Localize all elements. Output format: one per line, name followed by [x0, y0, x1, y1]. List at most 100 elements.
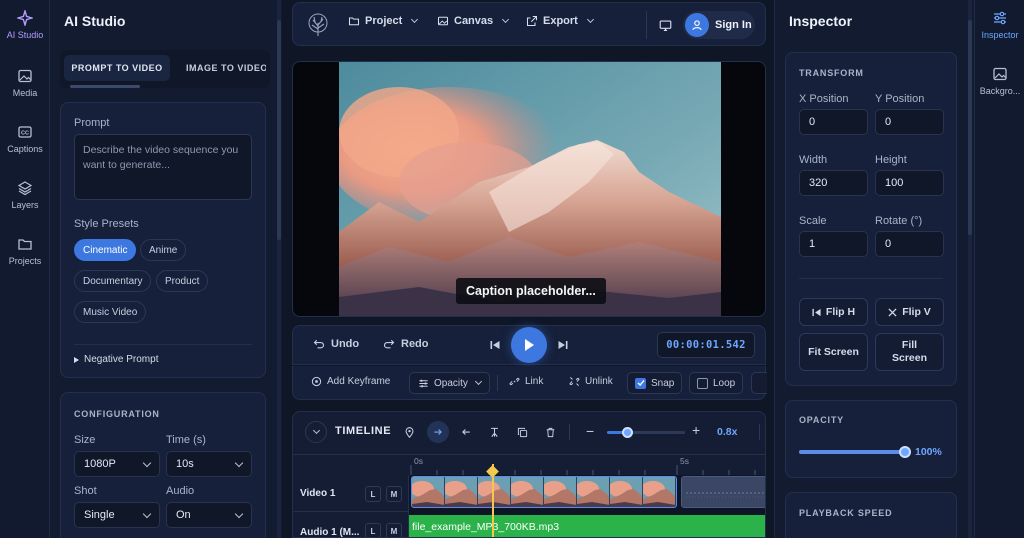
zoom-out-button[interactable]: −	[586, 424, 594, 438]
height-input[interactable]: 100	[875, 170, 944, 196]
export-menu[interactable]: Export	[526, 15, 594, 27]
left-rail: AI Studio Media CC Captions Layers Proje…	[0, 0, 50, 538]
rail-media[interactable]: Media	[0, 68, 50, 98]
chevron-down-icon	[411, 15, 419, 24]
rail-layers[interactable]: Layers	[0, 180, 50, 210]
snap-toggle[interactable]: Snap	[627, 372, 683, 394]
rail-inspector[interactable]: Inspector	[975, 10, 1024, 40]
loop-label: Loop	[713, 377, 736, 389]
play-button[interactable]	[511, 327, 547, 363]
timecode-display: 00:00:01.542	[657, 332, 755, 358]
redo-button[interactable]: Redo	[383, 338, 429, 350]
project-menu[interactable]: Project	[348, 15, 419, 27]
link-label: Link	[525, 376, 544, 387]
inspector-scrollbar[interactable]	[968, 20, 972, 235]
rail-projects[interactable]: Projects	[0, 236, 50, 266]
undo-button[interactable]: Undo	[313, 338, 359, 350]
playback-speed-title: PLAYBACK SPEED	[799, 508, 893, 518]
skip-back-button[interactable]	[488, 338, 502, 352]
shot-select[interactable]: Single	[74, 502, 160, 528]
unlink-button[interactable]: Unlink	[569, 376, 613, 387]
select-backward-button[interactable]	[455, 421, 477, 443]
top-bar: Project Canvas Export Sign In	[292, 2, 766, 46]
rail-captions[interactable]: CC Captions	[0, 124, 50, 154]
link-button[interactable]: Link	[509, 376, 543, 387]
time-value: 10s	[176, 458, 194, 470]
zoom-in-button[interactable]: +	[692, 423, 700, 437]
panel-scrollbar[interactable]	[277, 20, 281, 240]
track-lock-button[interactable]: L	[365, 523, 381, 537]
track-mute-button[interactable]: M	[386, 523, 402, 537]
track-lock-button[interactable]: L	[365, 486, 381, 502]
chevron-down-icon	[586, 15, 594, 24]
opacity-dropdown[interactable]: Opacity	[409, 372, 490, 394]
tabs-scrollbar[interactable]	[70, 85, 140, 88]
preset-cinematic[interactable]: Cinematic	[74, 239, 137, 261]
timeline-panel: TIMELINE − + 0.8x 0s 5s Video 1 L M Audi…	[292, 411, 766, 538]
rotate-label: Rotate (°)	[875, 215, 923, 227]
skip-back-icon	[490, 341, 500, 349]
more-tools-button[interactable]	[751, 372, 767, 394]
add-keyframe-button[interactable]: Add Keyframe	[311, 376, 390, 387]
flip-h-button[interactable]: Flip H	[799, 298, 868, 326]
redo-label: Redo	[401, 338, 429, 350]
divider	[497, 375, 498, 391]
canvas-menu[interactable]: Canvas	[437, 15, 510, 27]
fill-screen-button[interactable]: Fill Screen	[875, 333, 944, 371]
rotate-input[interactable]: 0	[875, 231, 944, 257]
loop-toggle[interactable]: Loop	[689, 372, 744, 394]
delete-button[interactable]	[539, 421, 561, 443]
audio-select[interactable]: On	[166, 502, 252, 528]
arrow-left-icon	[462, 429, 470, 435]
x-position-input[interactable]: 0	[799, 109, 868, 135]
unlink-icon	[569, 377, 580, 386]
video-preview[interactable]: Caption placeholder...	[292, 61, 766, 317]
sign-in-button[interactable]: Sign In	[683, 11, 755, 39]
time-ruler[interactable]: 0s 5s	[409, 455, 765, 475]
svg-text:CC: CC	[21, 131, 29, 137]
video-clip-thumbnails	[412, 477, 676, 507]
preset-anime[interactable]: Anime	[140, 239, 187, 261]
skip-forward-button[interactable]	[556, 338, 570, 352]
width-input[interactable]: 320	[799, 170, 868, 196]
opacity-slider-thumb[interactable]	[899, 446, 911, 458]
caption-overlay[interactable]: Caption placeholder...	[456, 278, 606, 304]
video-clip[interactable]	[411, 476, 677, 508]
flip-vertical-icon	[888, 307, 897, 317]
opacity-slider-track[interactable]	[799, 446, 911, 458]
monitor-button[interactable]	[654, 14, 676, 36]
audio-clip[interactable]: file_example_MP3_700KB.mp3	[409, 515, 765, 537]
zoom-slider-track[interactable]	[607, 427, 685, 438]
rail-label: Layers	[11, 200, 39, 210]
transform-title: TRANSFORM	[799, 68, 864, 78]
prompt-label: Prompt	[74, 117, 110, 129]
tab-image-to-video[interactable]: IMAGE TO VIDEO	[174, 55, 266, 81]
select-forward-button[interactable]	[427, 421, 449, 443]
preset-documentary[interactable]: Documentary	[74, 270, 152, 292]
prompt-textarea[interactable]: Describe the video sequence you want to …	[74, 134, 252, 200]
tab-prompt-to-video[interactable]: PROMPT TO VIDEO	[64, 55, 170, 81]
preset-product[interactable]: Product	[156, 270, 209, 292]
track-mute-button[interactable]: M	[386, 486, 402, 502]
video-clip-2[interactable]	[681, 476, 765, 508]
flip-v-button[interactable]: Flip V	[875, 298, 944, 326]
y-position-input[interactable]: 0	[875, 109, 944, 135]
duplicate-button[interactable]	[511, 421, 533, 443]
negative-prompt-toggle[interactable]: Negative Prompt	[74, 354, 158, 365]
add-keyframe-label: Add Keyframe	[327, 376, 391, 387]
marker-button[interactable]	[398, 421, 420, 443]
size-select[interactable]: 1080P	[74, 451, 160, 477]
audio-label: Audio	[166, 485, 195, 497]
folder-icon	[18, 239, 32, 250]
preset-music-video[interactable]: Music Video	[74, 301, 147, 323]
rail-ai-studio[interactable]: AI Studio	[0, 10, 50, 40]
collapse-timeline-button[interactable]	[305, 421, 327, 443]
chevron-down-icon	[474, 377, 482, 386]
zoom-slider-thumb[interactable]	[621, 427, 633, 438]
rail-background[interactable]: Backgro...	[975, 66, 1024, 96]
scale-input[interactable]: 1	[799, 231, 868, 257]
rail-label: Inspector	[981, 30, 1019, 40]
split-button[interactable]	[483, 421, 505, 443]
time-select[interactable]: 10s	[166, 451, 252, 477]
fit-screen-button[interactable]: Fit Screen	[799, 333, 868, 371]
